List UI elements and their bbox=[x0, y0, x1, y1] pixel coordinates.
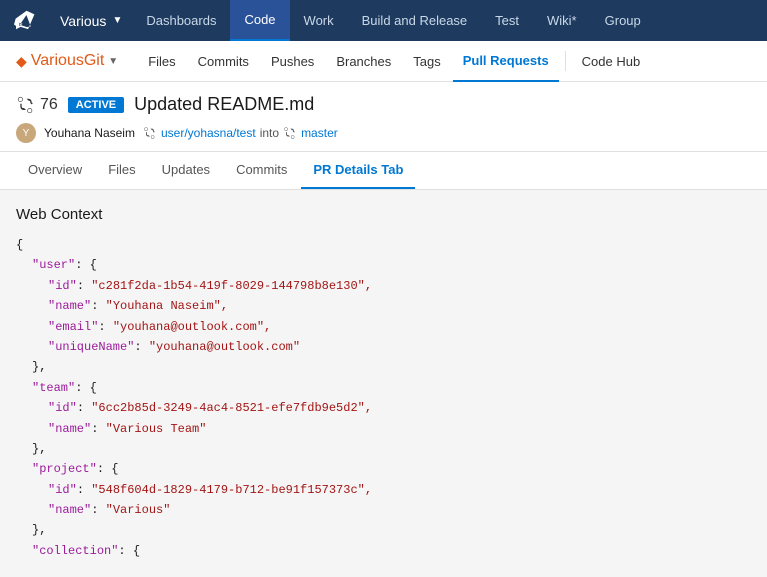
repo-nav-commits[interactable]: Commits bbox=[188, 41, 259, 82]
avatar: Y bbox=[16, 123, 36, 143]
repo-nav-files[interactable]: Files bbox=[138, 41, 185, 82]
pr-branch-info: user/yohasna/test into master bbox=[143, 126, 338, 140]
json-project-name: Various bbox=[113, 503, 163, 517]
pr-target-branch[interactable]: master bbox=[301, 126, 338, 140]
nav-item-build-release[interactable]: Build and Release bbox=[348, 0, 482, 41]
pr-header: 76 ACTIVE Updated README.md Y Youhana Na… bbox=[0, 82, 767, 152]
top-nav-items: Dashboards Code Work Build and Release T… bbox=[132, 0, 767, 41]
pr-source-branch[interactable]: user/yohasna/test bbox=[161, 126, 256, 140]
app-logo[interactable] bbox=[0, 0, 50, 41]
json-project-id: 548f604d-1829-4179-b712-be91f157373c bbox=[98, 483, 357, 497]
project-chevron-icon: ▼ bbox=[112, 15, 122, 26]
content-area: Web Context { "user": { "id": "c281f2da-… bbox=[0, 190, 767, 577]
pr-tabs: Overview Files Updates Commits PR Detail… bbox=[0, 152, 767, 190]
pr-title: Updated README.md bbox=[134, 94, 314, 115]
target-branch-icon bbox=[283, 126, 297, 140]
repo-chevron-icon: ▼ bbox=[108, 56, 118, 67]
tab-updates[interactable]: Updates bbox=[150, 152, 222, 189]
project-selector[interactable]: Various ▼ bbox=[50, 0, 132, 41]
repo-logo[interactable]: ◆ VariousGit ▼ bbox=[16, 52, 118, 70]
json-user-uniquename: youhana@outlook.com bbox=[156, 340, 293, 354]
tab-commits[interactable]: Commits bbox=[224, 152, 299, 189]
repo-nav-branches[interactable]: Branches bbox=[326, 41, 401, 82]
json-user-name: Youhana Naseim bbox=[113, 299, 214, 313]
tab-pr-details[interactable]: PR Details Tab bbox=[301, 152, 415, 189]
json-block: { "user": { "id": "c281f2da-1b54-419f-80… bbox=[16, 235, 751, 561]
nav-item-work[interactable]: Work bbox=[290, 0, 348, 41]
json-team-id: 6cc2b85d-3249-4ac4-8521-efe7fdb9e5d2 bbox=[98, 401, 357, 415]
pr-number: 76 bbox=[40, 96, 58, 114]
repo-nav-pull-requests[interactable]: Pull Requests bbox=[453, 41, 559, 82]
pr-author-name: Youhana Naseim bbox=[44, 126, 135, 140]
branch-icon bbox=[143, 126, 157, 140]
pr-author-row: Y Youhana Naseim user/yohasna/test into … bbox=[16, 123, 751, 143]
pr-into-text: into bbox=[260, 126, 279, 140]
nav-item-wiki[interactable]: Wiki* bbox=[533, 0, 591, 41]
repo-nav-tags[interactable]: Tags bbox=[403, 41, 450, 82]
tab-overview[interactable]: Overview bbox=[16, 152, 94, 189]
nav-item-group[interactable]: Group bbox=[591, 0, 655, 41]
repo-nav: Files Commits Pushes Branches Tags Pull … bbox=[138, 41, 650, 82]
repo-name[interactable]: VariousGit bbox=[31, 52, 105, 70]
nav-item-test[interactable]: Test bbox=[481, 0, 533, 41]
repo-diamond-icon: ◆ bbox=[16, 53, 27, 70]
pr-title-row: 76 ACTIVE Updated README.md bbox=[16, 94, 751, 115]
repo-bar: ◆ VariousGit ▼ Files Commits Pushes Bran… bbox=[0, 41, 767, 82]
nav-divider bbox=[565, 51, 566, 71]
nav-item-code[interactable]: Code bbox=[230, 0, 289, 41]
pr-status-badge: ACTIVE bbox=[68, 97, 124, 113]
json-collection-label: collection bbox=[39, 544, 111, 558]
project-name: Various bbox=[60, 13, 106, 29]
tab-files[interactable]: Files bbox=[96, 152, 147, 189]
repo-nav-code-hub[interactable]: Code Hub bbox=[572, 41, 651, 82]
pr-icon: 76 bbox=[16, 95, 58, 115]
json-user-email: youhana@outlook.com bbox=[120, 320, 257, 334]
json-team-name: Various Team bbox=[113, 422, 199, 436]
top-navigation: Various ▼ Dashboards Code Work Build and… bbox=[0, 0, 767, 41]
json-user-id: c281f2da-1b54-419f-8029-144798b8e130 bbox=[98, 279, 357, 293]
web-context-title: Web Context bbox=[16, 206, 751, 223]
nav-item-dashboards[interactable]: Dashboards bbox=[132, 0, 230, 41]
repo-nav-pushes[interactable]: Pushes bbox=[261, 41, 324, 82]
